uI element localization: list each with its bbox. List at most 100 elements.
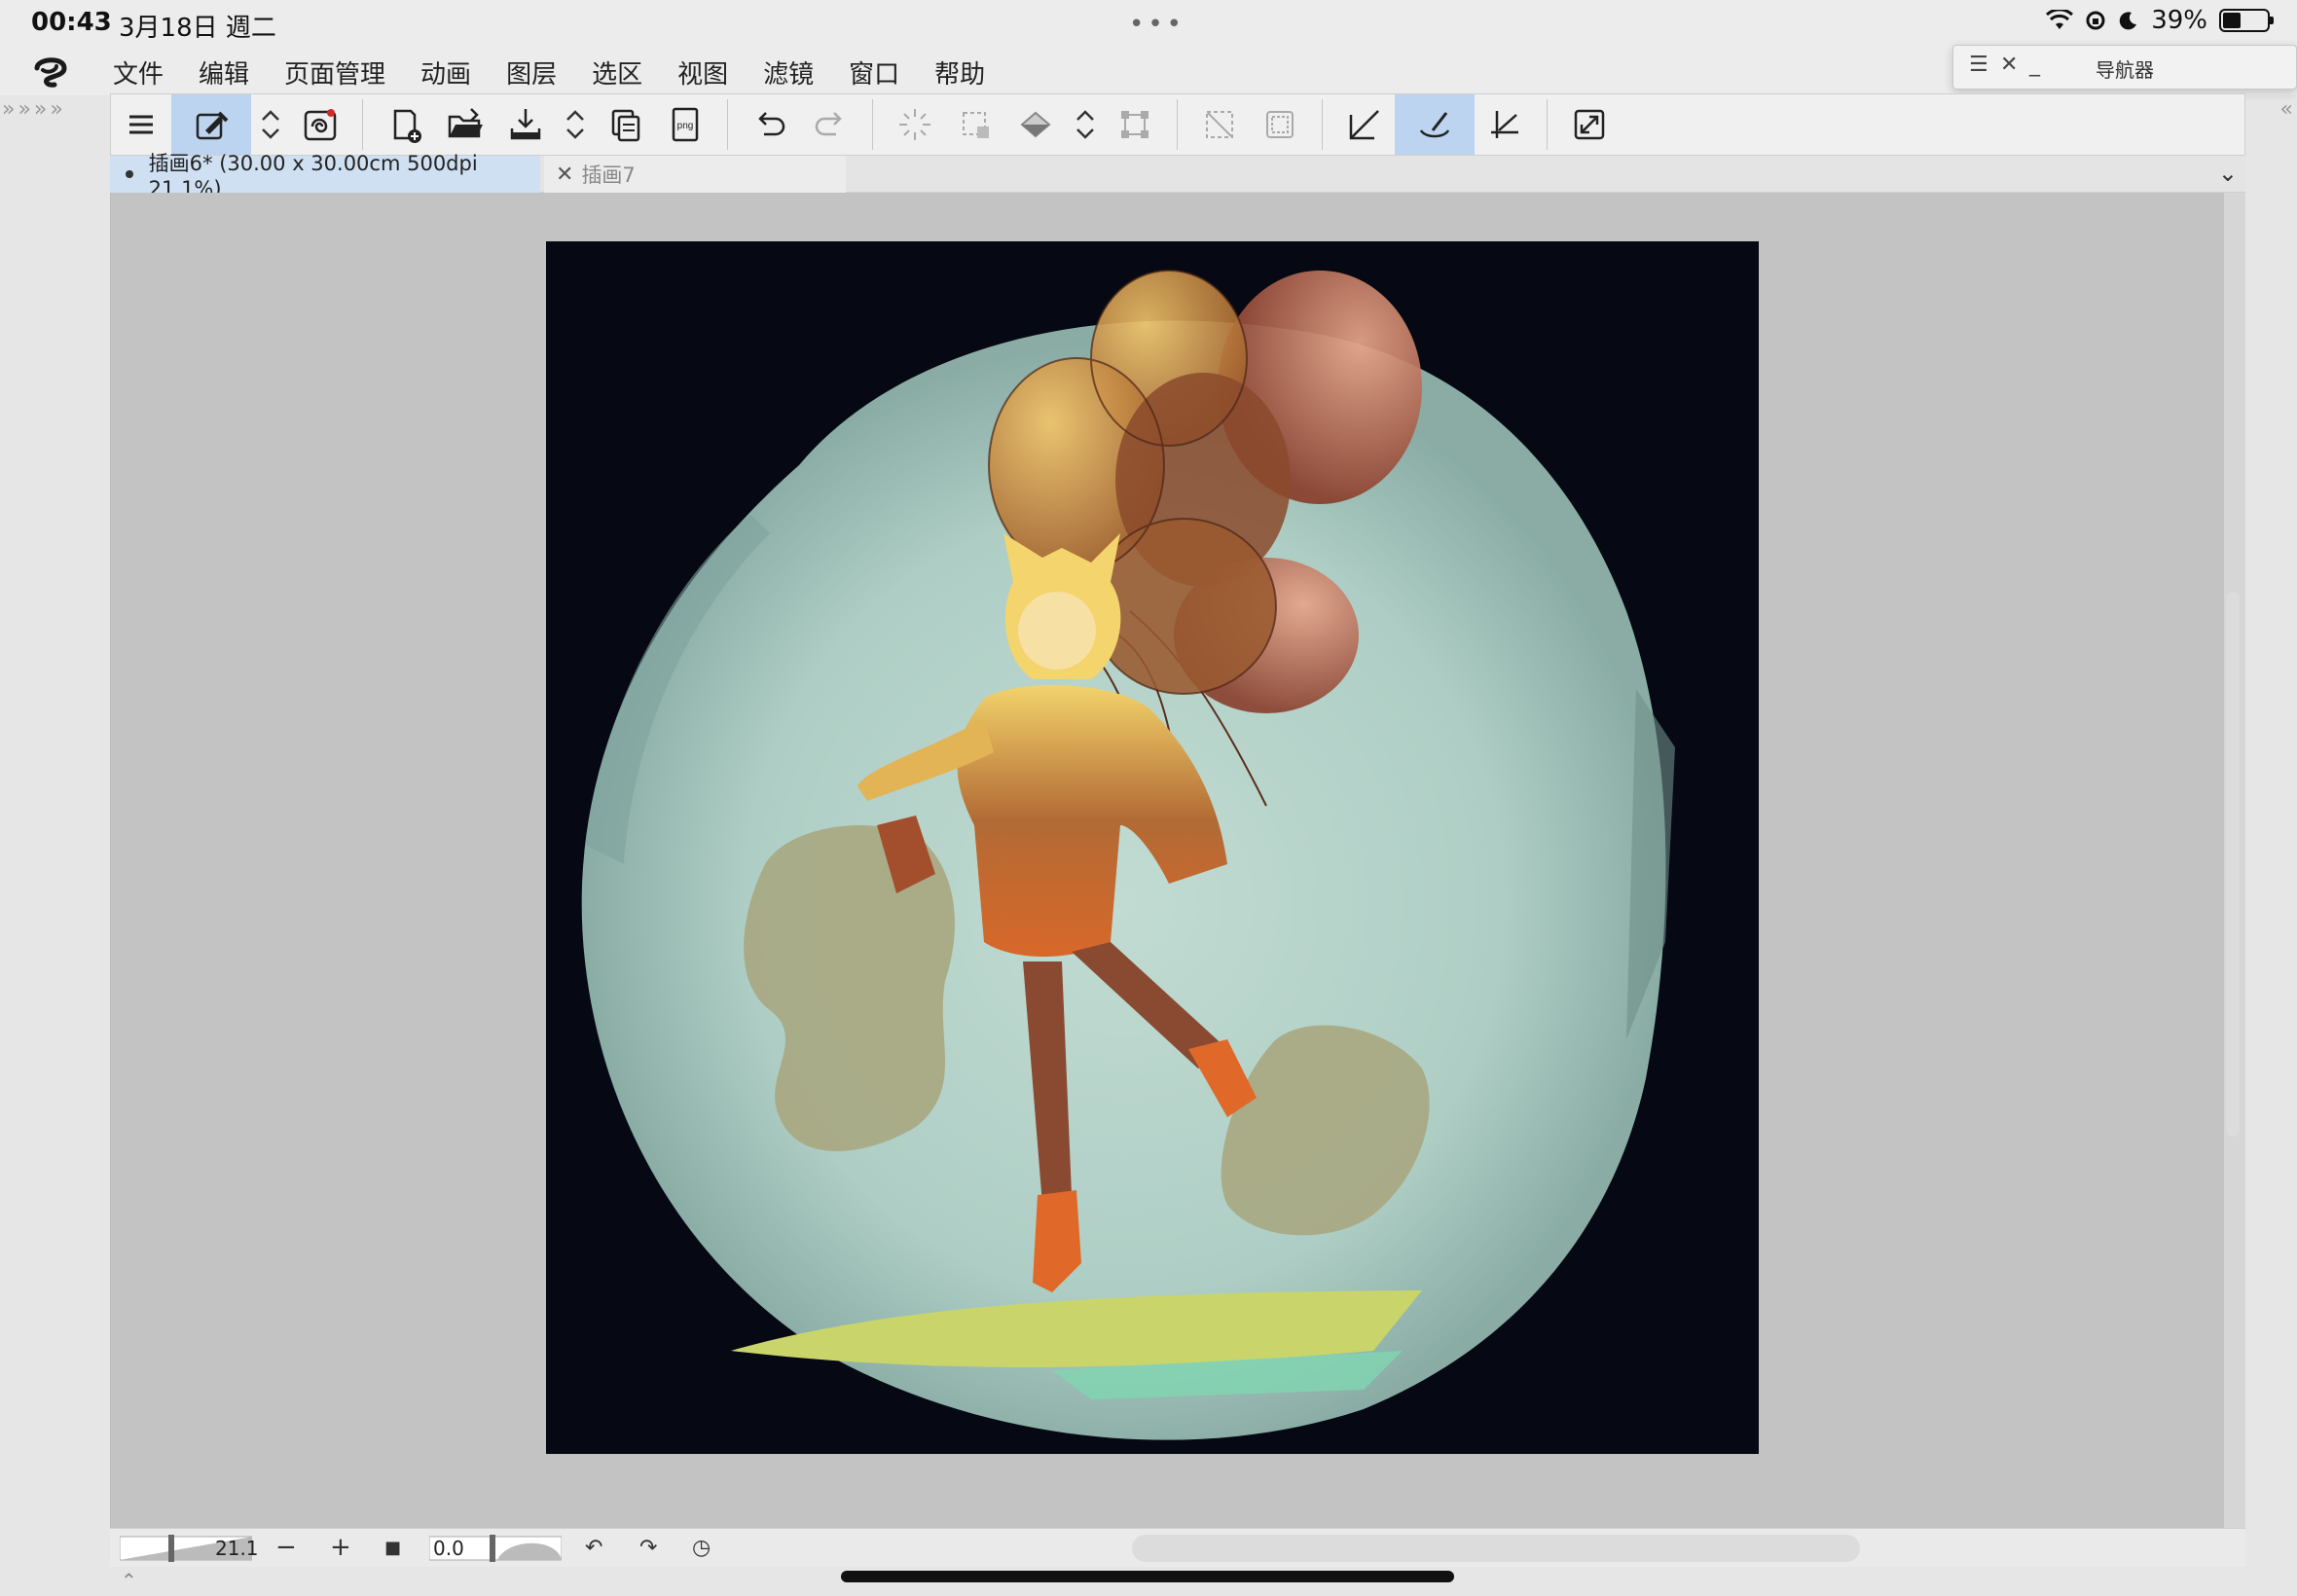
- reset-rotation-icon[interactable]: ◷: [692, 1536, 711, 1560]
- redo-button[interactable]: [800, 94, 860, 155]
- menu-selection[interactable]: 选区: [592, 54, 642, 91]
- selection-sparkle-icon: [899, 109, 930, 140]
- panel-menu-icon[interactable]: ☰: [1969, 53, 1988, 77]
- png-export-icon: png: [672, 107, 699, 142]
- menu-page-management[interactable]: 页面管理: [284, 54, 385, 91]
- transform-icon: [1121, 111, 1148, 138]
- expand-button[interactable]: [1559, 94, 1620, 155]
- menu-button[interactable]: [111, 94, 171, 155]
- ruler-line-icon: [1349, 110, 1379, 140]
- toolbar-separator: [872, 99, 873, 150]
- status-indicators: 39%: [2046, 6, 2274, 35]
- grid-ruler-button[interactable]: [1475, 94, 1535, 155]
- open-folder-icon: [448, 108, 483, 138]
- chevron-updown-button[interactable]: [556, 94, 595, 155]
- collapse-up-icon[interactable]: ⌃: [121, 1569, 137, 1592]
- navigator-title: 导航器: [2096, 58, 2154, 82]
- select-all-icon: [1266, 111, 1294, 138]
- menu-edit[interactable]: 编辑: [199, 54, 249, 91]
- canvas-workspace[interactable]: [110, 193, 2245, 1528]
- status-time: 00:43: [31, 8, 112, 37]
- status-date: 3月18日 週二: [119, 14, 276, 43]
- battery-icon: [2219, 9, 2274, 32]
- toolbar-separator: [362, 99, 363, 150]
- selection-box-icon: [963, 112, 989, 138]
- left-dock-expand-icon[interactable]: » » » »: [2, 97, 63, 122]
- document-tab-bar: 插画6* (30.00 x 30.00cm 500dpi 21.1%) ✕ 插画…: [110, 152, 2245, 200]
- rotation-lock-icon: [2086, 11, 2105, 30]
- canvas-bottom-bar: 21.1 − + ■ 0.0 ↶ ↷ ◷: [110, 1528, 2245, 1567]
- rotation-value[interactable]: 0.0: [433, 1537, 464, 1560]
- selection-box-button[interactable]: [945, 94, 1005, 155]
- toolbar-separator: [1547, 99, 1548, 150]
- tab-illustration-6[interactable]: 插画6* (30.00 x 30.00cm 500dpi 21.1%): [110, 152, 540, 200]
- unsaved-dot-icon: [126, 170, 133, 178]
- clear-selection-button[interactable]: [885, 94, 945, 155]
- fill-button[interactable]: [1005, 94, 1066, 155]
- rotate-right-icon[interactable]: ↷: [639, 1536, 657, 1560]
- eyedropper-button[interactable]: [171, 94, 251, 155]
- toolbar-separator: [1322, 99, 1323, 150]
- tab-illustration-7[interactable]: ✕ 插画7: [544, 156, 846, 193]
- new-page-icon: [393, 109, 421, 143]
- save-button[interactable]: [495, 94, 556, 155]
- undo-button[interactable]: [740, 94, 800, 155]
- menu-file[interactable]: 文件: [113, 54, 164, 91]
- menu-window[interactable]: 窗口: [849, 54, 899, 91]
- open-button[interactable]: [435, 94, 495, 155]
- menu-help[interactable]: 帮助: [934, 54, 985, 91]
- command-bar: png: [110, 93, 2245, 156]
- multitasking-dots-icon[interactable]: •••: [1129, 10, 1185, 39]
- chevron-down-icon[interactable]: ⌄: [2218, 160, 2238, 187]
- toolbar-separator: [1177, 99, 1178, 150]
- illustration-image: [546, 241, 1759, 1454]
- ruler-grid-icon: [1491, 111, 1518, 138]
- expand-icon: [1574, 109, 1605, 140]
- menu-layer[interactable]: 图层: [506, 54, 557, 91]
- rotate-left-icon[interactable]: ↶: [585, 1536, 602, 1560]
- duplicate-page-icon: [611, 109, 640, 142]
- ruler-button[interactable]: [1334, 94, 1395, 155]
- menu-items: 文件 编辑 页面管理 动画 图层 选区 视图 滤镜 窗口 帮助: [113, 54, 1020, 91]
- redo-icon: [815, 112, 842, 136]
- clip-studio-logo-icon[interactable]: [29, 51, 72, 93]
- clip-studio-button[interactable]: [290, 94, 350, 155]
- horizontal-scrollbar[interactable]: [1132, 1535, 1860, 1562]
- transform-button[interactable]: [1105, 94, 1165, 155]
- fit-view-icon[interactable]: ■: [384, 1538, 401, 1558]
- zoom-value[interactable]: 21.1: [215, 1537, 259, 1560]
- wifi-icon: [2046, 10, 2074, 29]
- right-dock-expand-icon[interactable]: «: [2280, 97, 2293, 122]
- new-button[interactable]: [375, 94, 435, 155]
- close-icon[interactable]: ✕: [556, 163, 573, 187]
- chevron-updown-icon: [262, 110, 279, 139]
- deselect-icon: [1206, 111, 1233, 138]
- duplicate-button[interactable]: [595, 94, 655, 155]
- navigator-panel[interactable]: ☰ ✕ _ 导航器: [1952, 45, 2297, 90]
- chevron-updown-icon: [1076, 110, 1094, 139]
- save-download-icon: [510, 109, 541, 140]
- menu-animation[interactable]: 动画: [420, 54, 471, 91]
- deselect-button[interactable]: [1189, 94, 1250, 155]
- close-icon[interactable]: ✕: [2000, 53, 2018, 77]
- undo-icon: [758, 112, 785, 136]
- chevron-updown-icon: [566, 110, 584, 139]
- vertical-scrollbar[interactable]: [2226, 592, 2240, 1137]
- toolbar-separator: [727, 99, 728, 150]
- export-png-button[interactable]: png: [655, 94, 715, 155]
- vertical-scroll-track[interactable]: [2224, 193, 2245, 1528]
- minimize-icon[interactable]: _: [2029, 53, 2040, 77]
- chevron-updown-button[interactable]: [1066, 94, 1105, 155]
- menu-filter[interactable]: 滤镜: [763, 54, 814, 91]
- canvas-artwork[interactable]: [546, 241, 1759, 1454]
- status-bar: 00:43 3月18日 週二 ••• 39%: [0, 0, 2297, 47]
- menu-view[interactable]: 视图: [677, 54, 728, 91]
- home-indicator[interactable]: [841, 1571, 1454, 1582]
- do-not-disturb-icon: [2119, 12, 2137, 30]
- brush-snap-button[interactable]: [1395, 94, 1475, 155]
- select-all-button[interactable]: [1250, 94, 1310, 155]
- chevron-updown-button[interactable]: [251, 94, 290, 155]
- tab-label: 插画7: [581, 163, 636, 187]
- zoom-out-icon[interactable]: −: [275, 1533, 297, 1562]
- zoom-in-icon[interactable]: +: [330, 1533, 351, 1562]
